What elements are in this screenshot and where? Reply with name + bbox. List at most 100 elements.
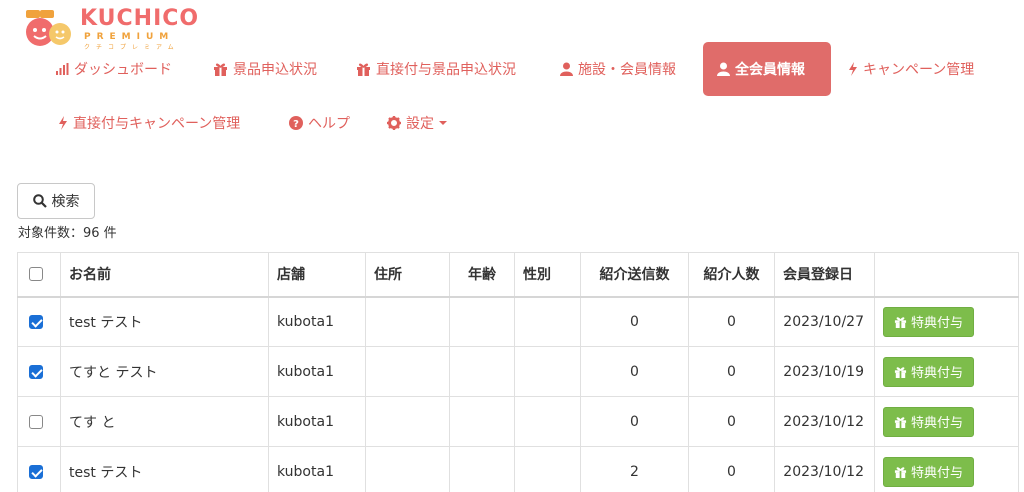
nav-label: 設定	[406, 116, 434, 132]
cell-actions: 特典付与	[874, 446, 1019, 492]
gift-icon	[894, 466, 907, 478]
grant-benefit-button[interactable]: 特典付与	[883, 456, 975, 487]
table-row[interactable]: test テスト kubota1 2 0 2023/10/12 特典付与	[17, 446, 1019, 492]
cell-referrals: 0	[688, 446, 775, 492]
cell-sent: 0	[580, 296, 689, 347]
column-header-address[interactable]: 住所	[365, 252, 450, 298]
nav-label: 全会員情報	[735, 62, 805, 78]
grant-benefit-button[interactable]: 特典付与	[883, 306, 975, 337]
grant-benefit-label: 特典付与	[911, 366, 964, 381]
cell-name: てす と	[60, 396, 269, 447]
column-header-gender[interactable]: 性別	[514, 252, 581, 298]
column-header-name[interactable]: お名前	[60, 252, 269, 298]
brand-name: KUCHICO	[80, 6, 200, 31]
search-button[interactable]: 検索	[17, 183, 95, 219]
cell-registered: 2023/10/12	[774, 396, 875, 447]
search-icon	[32, 194, 47, 208]
nav-label: 施設・会員情報	[578, 62, 676, 78]
row-checkbox[interactable]	[29, 314, 43, 329]
cell-name: てすと テスト	[60, 346, 269, 397]
cell-address	[365, 446, 450, 492]
gift-icon	[357, 63, 370, 76]
user-icon	[560, 62, 573, 76]
nav-settings-dropdown[interactable]: 設定	[387, 96, 447, 150]
gift-icon	[894, 416, 907, 428]
svg-text:?: ?	[293, 119, 299, 130]
cell-age	[449, 296, 515, 347]
gift-icon	[894, 317, 907, 328]
select-all-cell	[17, 252, 61, 298]
nav-facility-members[interactable]: 施設・会員情報	[560, 42, 676, 96]
cell-gender	[514, 296, 581, 347]
column-header-store[interactable]: 店舗	[268, 252, 366, 298]
grant-benefit-label: 特典付与	[911, 416, 964, 431]
cell-referrals: 0	[688, 296, 775, 347]
caret-down-icon	[439, 121, 447, 125]
row-select-cell	[17, 296, 61, 347]
cell-registered: 2023/10/12	[774, 446, 875, 492]
cell-sent: 0	[580, 396, 689, 447]
cell-store: kubota1	[268, 296, 366, 347]
column-header-sent[interactable]: 紹介送信数	[580, 252, 689, 298]
nav-all-members[interactable]: 全会員情報	[703, 42, 831, 96]
cell-gender	[514, 346, 581, 397]
column-header-registered[interactable]: 会員登録日	[774, 252, 875, 298]
row-checkbox[interactable]	[29, 464, 43, 479]
question-icon: ?	[289, 116, 303, 130]
nav-label: 直接付与キャンペーン管理	[73, 116, 241, 132]
grant-benefit-button[interactable]: 特典付与	[883, 406, 975, 437]
user-icon	[717, 62, 730, 76]
grant-benefit-label: 特典付与	[911, 466, 964, 481]
cell-registered: 2023/10/19	[774, 346, 875, 397]
cell-address	[365, 296, 450, 347]
row-checkbox[interactable]	[29, 414, 43, 429]
nav-prize-status[interactable]: 景品申込状況	[213, 42, 317, 96]
cell-sent: 0	[580, 346, 689, 397]
cell-age	[449, 446, 515, 492]
result-count: 対象件数：96 件	[18, 226, 117, 241]
nav-direct-prize-status[interactable]: 直接付与景品申込状況	[356, 42, 516, 96]
row-checkbox[interactable]	[29, 364, 43, 379]
column-header-actions	[874, 252, 1019, 298]
cell-age	[449, 346, 515, 397]
nav-label: 直接付与景品申込状況	[376, 62, 516, 78]
row-select-cell	[17, 396, 61, 447]
gift-icon	[214, 63, 227, 76]
row-select-cell	[17, 346, 61, 397]
table-row[interactable]: test テスト kubota1 0 0 2023/10/27 特典付与	[17, 296, 1019, 347]
grant-benefit-button[interactable]: 特典付与	[883, 356, 975, 387]
cell-name: test テスト	[60, 446, 269, 492]
nav-label: ヘルプ	[308, 116, 350, 132]
cell-sent: 2	[580, 446, 689, 492]
nav-help[interactable]: ? ヘルプ	[289, 96, 350, 150]
nav-label: 景品申込状況	[233, 62, 317, 78]
nav-dashboard[interactable]: ダッシュボード	[56, 42, 172, 96]
nav-direct-campaigns[interactable]: 直接付与キャンペーン管理	[58, 96, 240, 150]
nav-label: キャンペーン管理	[863, 62, 975, 78]
cell-actions: 特典付与	[874, 396, 1019, 447]
table-row[interactable]: てす と kubota1 0 0 2023/10/12 特典付与	[17, 396, 1019, 447]
cell-age	[449, 396, 515, 447]
cell-address	[365, 396, 450, 447]
cell-name: test テスト	[60, 296, 269, 347]
cell-referrals: 0	[688, 346, 775, 397]
cell-gender	[514, 396, 581, 447]
select-all-checkbox[interactable]	[29, 267, 43, 282]
bolt-icon	[849, 62, 857, 76]
grant-benefit-label: 特典付与	[911, 316, 964, 332]
nav-campaigns[interactable]: キャンペーン管理	[848, 42, 974, 96]
gift-icon	[894, 366, 907, 378]
cell-store: kubota1	[268, 346, 366, 397]
search-label: 検索	[51, 194, 80, 210]
cell-address	[365, 346, 450, 397]
column-header-referrals[interactable]: 紹介人数	[688, 252, 775, 298]
cell-store: kubota1	[268, 446, 366, 492]
bar-chart-icon	[56, 63, 69, 75]
cell-store: kubota1	[268, 396, 366, 447]
cell-referrals: 0	[688, 396, 775, 447]
cell-actions: 特典付与	[874, 346, 1019, 397]
nav-label: ダッシュボード	[74, 62, 172, 78]
column-header-age[interactable]: 年齢	[449, 252, 515, 298]
table-row[interactable]: てすと テスト kubota1 0 0 2023/10/19 特典付与	[17, 346, 1019, 397]
cell-registered: 2023/10/27	[774, 296, 875, 347]
